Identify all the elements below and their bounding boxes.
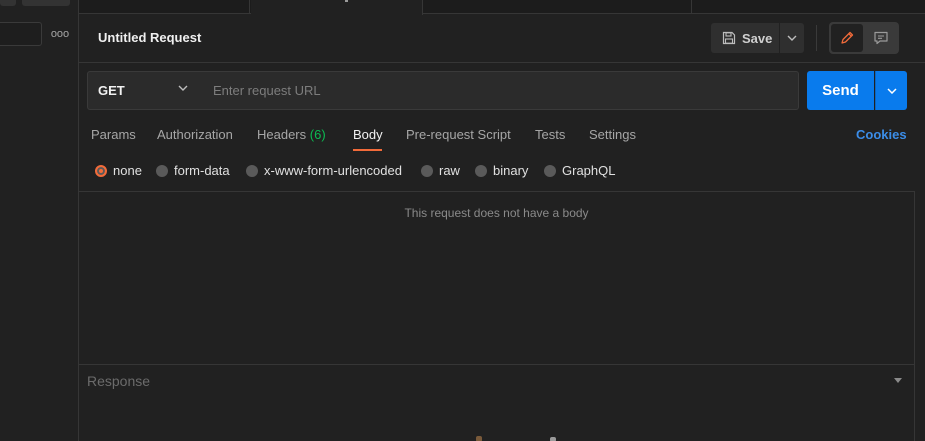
sidebar-import-button[interactable] [22, 0, 70, 6]
body-type-label: x-www-form-urlencoded [264, 163, 402, 178]
body-type-label: form-data [174, 163, 230, 178]
body-type-raw-radio[interactable]: raw [421, 163, 460, 178]
sidebar-new-button[interactable] [0, 0, 16, 6]
tab-tests[interactable]: Tests [535, 127, 565, 142]
tab-title-fragment [345, 0, 348, 2]
header-divider-line [79, 62, 925, 63]
send-options-button[interactable] [875, 71, 907, 110]
tab-settings[interactable]: Settings [589, 127, 636, 142]
radio-selected-indicator [95, 164, 107, 177]
body-type-graphql-radio[interactable]: GraphQL [544, 163, 615, 178]
editor-right-border [914, 191, 915, 441]
url-input[interactable] [202, 71, 799, 110]
cookies-link[interactable]: Cookies [856, 127, 907, 142]
radio-indicator [421, 164, 433, 177]
send-label: Send [822, 82, 859, 99]
send-button[interactable]: Send [807, 71, 874, 110]
body-type-label: none [113, 163, 142, 178]
headers-count-badge: (6) [309, 127, 326, 142]
body-type-label: raw [439, 163, 460, 178]
comment-icon [873, 30, 889, 46]
request-tab[interactable] [79, 0, 250, 14]
chevron-down-icon [787, 35, 797, 41]
sidebar-search-input[interactable] [0, 22, 42, 46]
tab-authorization[interactable]: Authorization [157, 127, 233, 142]
floppy-disk-icon [722, 31, 736, 45]
response-illustration-fragment [550, 437, 556, 441]
tab-pre-request-script[interactable]: Pre-request Script [406, 127, 511, 142]
tab-params[interactable]: Params [91, 127, 136, 142]
comments-mode-button[interactable] [865, 24, 897, 52]
chevron-down-icon [886, 87, 897, 94]
tab-body[interactable]: Body [353, 127, 383, 142]
response-divider[interactable] [79, 364, 914, 365]
view-mode-toggle [829, 22, 899, 54]
chevron-down-icon [178, 85, 188, 91]
method-value: GET [98, 83, 125, 98]
radio-indicator [475, 164, 487, 177]
body-type-label: binary [493, 163, 529, 178]
tab-headers[interactable]: Headers (6) [257, 127, 326, 142]
radio-indicator [156, 164, 168, 177]
tab-strip-divider [691, 0, 692, 14]
pencil-icon [839, 30, 855, 46]
body-type-none-radio[interactable]: none [95, 163, 142, 178]
sidebar: ooo [0, 0, 79, 441]
body-type-urlencoded-radio[interactable]: x-www-form-urlencoded [246, 163, 402, 178]
save-label: Save [742, 30, 773, 46]
request-tab-active[interactable] [251, 0, 423, 15]
response-illustration-fragment [476, 436, 482, 441]
edit-mode-button[interactable] [831, 24, 863, 52]
request-tab-strip [79, 0, 925, 15]
app-window: ooo Untitled Request Save GET Enter requ… [0, 0, 925, 441]
save-button[interactable]: Save [711, 23, 779, 53]
collapse-response-icon[interactable] [894, 378, 902, 383]
empty-body-message: This request does not have a body [404, 206, 589, 220]
body-type-binary-radio[interactable]: binary [475, 163, 528, 178]
save-options-button[interactable] [780, 23, 804, 53]
active-tab-indicator [353, 149, 382, 151]
body-type-form-data-radio[interactable]: form-data [156, 163, 230, 178]
tab-headers-label: Headers [257, 127, 307, 142]
request-title[interactable]: Untitled Request [98, 30, 201, 45]
body-type-label: GraphQL [562, 163, 616, 178]
sidebar-more-icon[interactable]: ooo [50, 28, 70, 40]
radio-indicator [246, 164, 258, 177]
body-divider [79, 191, 914, 192]
radio-indicator [544, 164, 556, 177]
response-title[interactable]: Response [87, 373, 150, 389]
header-divider [816, 25, 817, 51]
